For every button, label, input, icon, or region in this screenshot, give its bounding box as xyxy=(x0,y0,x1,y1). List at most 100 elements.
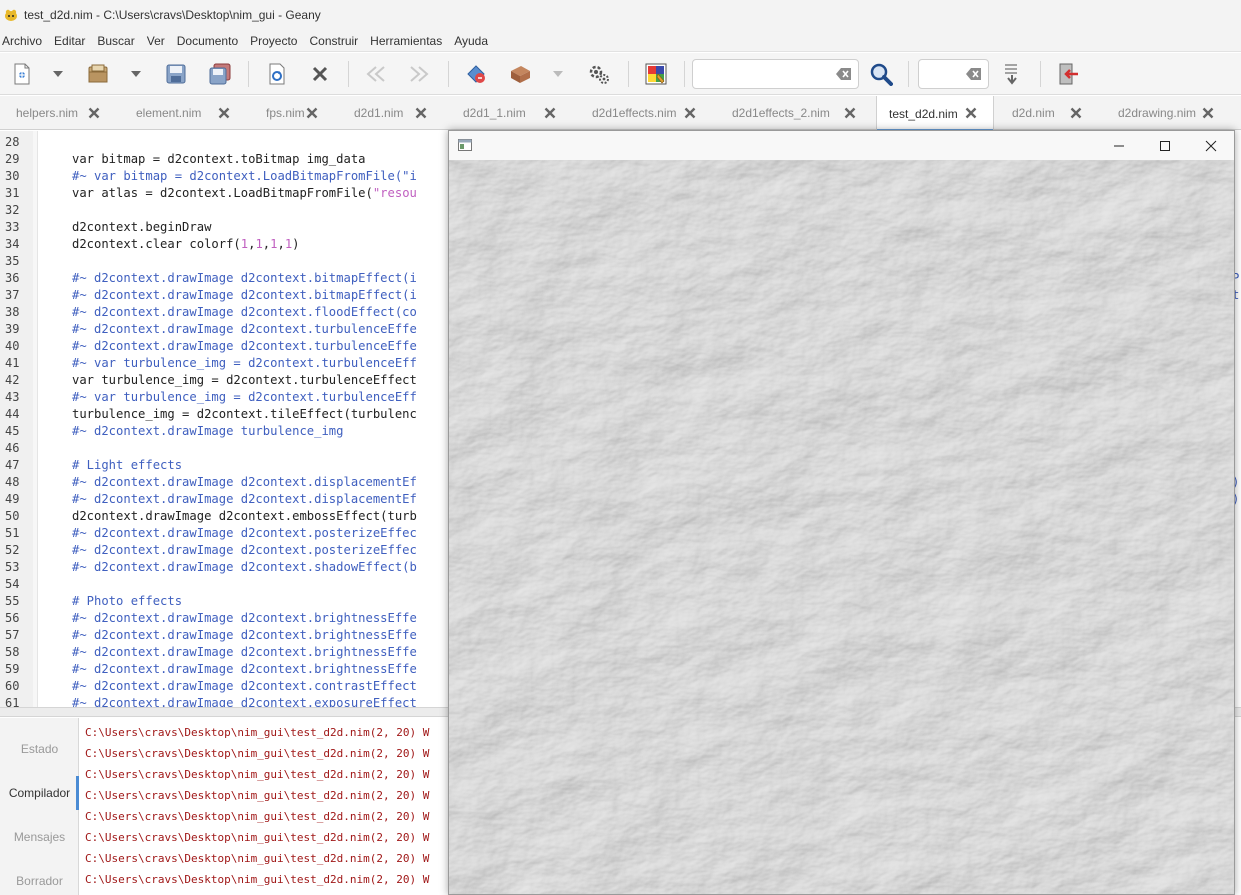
minimize-button[interactable] xyxy=(1096,131,1142,160)
code-line: #~ d2context.drawImage d2context.brightn… xyxy=(72,645,417,659)
tab-close-icon[interactable] xyxy=(844,107,856,119)
navigate-forward-icon[interactable] xyxy=(405,60,433,88)
find-icon[interactable] xyxy=(867,60,895,88)
build-dropdown-chevron-down-icon[interactable] xyxy=(544,60,572,88)
search-field[interactable] xyxy=(692,59,859,89)
compiler-message-line[interactable]: C:\Users\cravs\Desktop\nim_gui\test_d2d.… xyxy=(85,722,429,743)
line-number: 57 xyxy=(5,628,20,642)
build-icon[interactable] xyxy=(506,60,534,88)
compiler-message-line[interactable]: C:\Users\cravs\Desktop\nim_gui\test_d2d.… xyxy=(85,848,429,869)
line-number: 43 xyxy=(5,390,20,404)
d2d-window-titlebar[interactable] xyxy=(449,131,1234,160)
clear-goto-line-icon[interactable] xyxy=(966,67,982,81)
tab-test-d2d-nim[interactable]: test_d2d.nim xyxy=(876,96,994,131)
line-number: 28 xyxy=(5,135,20,149)
compiler-message-line[interactable]: C:\Users\cravs\Desktop\nim_gui\test_d2d.… xyxy=(85,785,429,806)
code-line: #~ d2context.drawImage d2context.bitmapE… xyxy=(72,288,417,302)
tab-d2d1effects-2-nim[interactable]: d2d1effects_2.nim xyxy=(716,96,874,130)
toolbar-separator xyxy=(448,61,449,87)
close-icon[interactable] xyxy=(306,60,334,88)
tab-close-icon[interactable] xyxy=(544,107,556,119)
new-file-icon[interactable] xyxy=(8,60,36,88)
tab-close-icon[interactable] xyxy=(684,107,696,119)
tab-element-nim[interactable]: element.nim xyxy=(120,96,248,130)
code-line: #~ d2context.drawImage d2context.posteri… xyxy=(72,526,417,540)
code-line: #~ d2context.drawImage d2context.floodEf… xyxy=(72,305,417,319)
color-picker-icon[interactable] xyxy=(642,60,670,88)
tab-d2d1-nim[interactable]: d2d1.nim xyxy=(338,96,445,130)
tab-d2d-nim[interactable]: d2d.nim xyxy=(996,96,1100,130)
menu-proyecto[interactable]: Proyecto xyxy=(248,34,303,48)
menu-herramientas[interactable]: Herramientas xyxy=(368,34,448,48)
goto-line-icon[interactable] xyxy=(998,60,1026,88)
quit-icon[interactable] xyxy=(1054,60,1082,88)
menu-buscar[interactable]: Buscar xyxy=(95,34,140,48)
line-number: 49 xyxy=(5,492,20,506)
tab-label: d2d1effects.nim xyxy=(592,106,677,120)
tab-close-icon[interactable] xyxy=(1070,107,1082,119)
line-number: 30 xyxy=(5,169,20,183)
menu-construir[interactable]: Construir xyxy=(307,34,364,48)
line-number: 50 xyxy=(5,509,20,523)
compiler-message-line[interactable]: C:\Users\cravs\Desktop\nim_gui\test_d2d.… xyxy=(85,764,429,785)
compiler-message-line[interactable]: C:\Users\cravs\Desktop\nim_gui\test_d2d.… xyxy=(85,743,429,764)
tab-label: fps.nim xyxy=(266,106,305,120)
tab-close-icon[interactable] xyxy=(965,107,977,119)
message-tab-compilador[interactable]: Compilador xyxy=(0,774,79,812)
code-line: d2context.drawImage d2context.embossEffe… xyxy=(72,509,417,523)
tab-fps-nim[interactable]: fps.nim xyxy=(250,96,336,130)
goto-line-field[interactable] xyxy=(918,59,989,89)
toolbar-separator xyxy=(908,61,909,87)
open-file-dropdown-chevron-down-icon[interactable] xyxy=(122,60,150,88)
message-tab-estado[interactable]: Estado xyxy=(0,730,79,768)
tab-close-icon[interactable] xyxy=(88,107,100,119)
code-line: #~ d2context.drawImage d2context.displac… xyxy=(72,475,417,489)
compiler-message-line[interactable]: C:\Users\cravs\Desktop\nim_gui\test_d2d.… xyxy=(85,869,429,890)
clear-search-icon[interactable] xyxy=(836,67,852,81)
message-tab-mensajes[interactable]: Mensajes xyxy=(0,818,79,856)
tab-label: d2d1.nim xyxy=(354,106,404,120)
line-number: 32 xyxy=(5,203,20,217)
compile-icon[interactable] xyxy=(462,60,490,88)
menu-ayuda[interactable]: Ayuda xyxy=(452,34,494,48)
fold-margin[interactable] xyxy=(33,131,38,707)
code-line: #~ d2context.drawImage d2context.displac… xyxy=(72,492,417,506)
menu-ver[interactable]: Ver xyxy=(145,34,171,48)
tab-close-icon[interactable] xyxy=(306,107,318,119)
reload-icon[interactable] xyxy=(263,60,291,88)
compiler-message-line[interactable]: C:\Users\cravs\Desktop\nim_gui\test_d2d.… xyxy=(85,806,429,827)
maximize-button[interactable] xyxy=(1142,131,1188,160)
tab-d2d1effects-nim[interactable]: d2d1effects.nim xyxy=(576,96,714,130)
menu-editar[interactable]: Editar xyxy=(52,34,91,48)
line-number: 48 xyxy=(5,475,20,489)
tab-close-icon[interactable] xyxy=(1202,107,1214,119)
execute-icon[interactable] xyxy=(585,60,613,88)
tab-close-icon[interactable] xyxy=(218,107,230,119)
new-file-dropdown-chevron-down-icon[interactable] xyxy=(44,60,72,88)
code-line: #~ d2context.drawImage d2context.turbule… xyxy=(72,322,417,336)
embossed-turbulence-canvas xyxy=(449,160,1234,894)
open-file-icon[interactable] xyxy=(84,60,112,88)
save-icon[interactable] xyxy=(162,60,190,88)
tab-label: d2drawing.nim xyxy=(1118,106,1197,120)
menu-documento[interactable]: Documento xyxy=(175,34,244,48)
menu-archivo[interactable]: Archivo xyxy=(0,34,48,48)
tab-close-icon[interactable] xyxy=(415,107,427,119)
line-number: 60 xyxy=(5,679,20,693)
navigate-back-icon[interactable] xyxy=(362,60,390,88)
save-all-icon[interactable] xyxy=(206,60,234,88)
message-tab-borrador[interactable]: Borrador xyxy=(0,862,79,895)
tab-d2drawing-nim[interactable]: d2drawing.nim xyxy=(1102,96,1232,130)
close-window-button[interactable] xyxy=(1188,131,1234,160)
line-number: 41 xyxy=(5,356,20,370)
code-line: var bitmap = d2context.toBitmap img_data xyxy=(72,152,366,166)
code-line: #~ d2context.drawImage d2context.turbule… xyxy=(72,339,417,353)
toolbar-separator xyxy=(1040,61,1041,87)
code-line: #~ var turbulence_img = d2context.turbul… xyxy=(72,356,417,370)
tab-helpers-nim[interactable]: helpers.nim xyxy=(0,96,118,130)
tab-d2d1-1-nim[interactable]: d2d1_1.nim xyxy=(447,96,574,130)
line-number: 58 xyxy=(5,645,20,659)
search-input[interactable] xyxy=(699,65,831,79)
line-number: 55 xyxy=(5,594,20,608)
compiler-message-line[interactable]: C:\Users\cravs\Desktop\nim_gui\test_d2d.… xyxy=(85,827,429,848)
